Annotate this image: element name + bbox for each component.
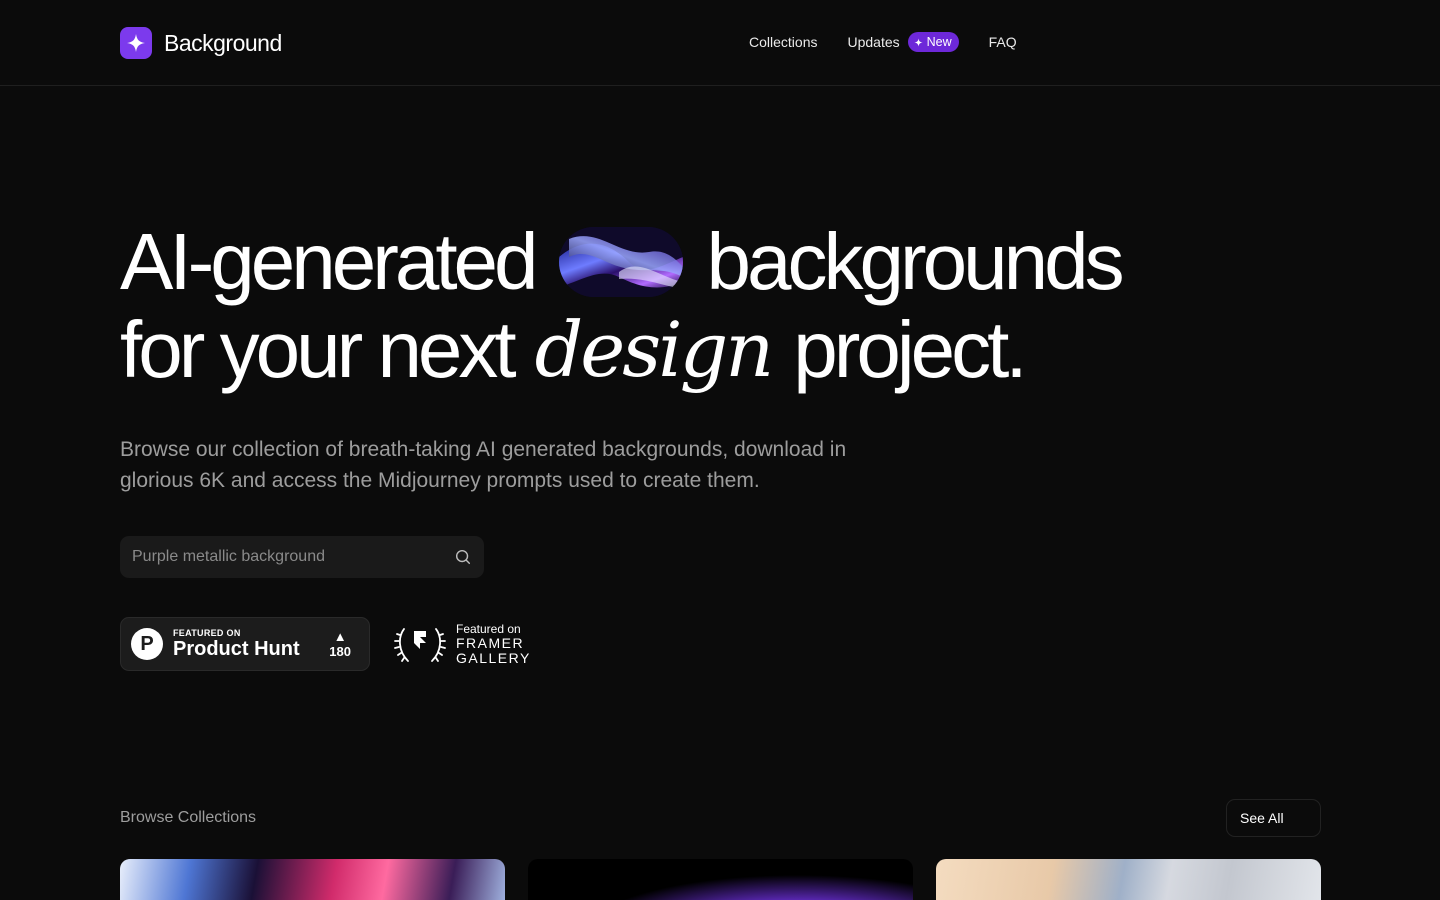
- hero-text-ai-generated: AI-generated: [120, 217, 539, 306]
- see-all-button[interactable]: See All: [1226, 799, 1321, 837]
- gallery-label: GALLERY: [456, 650, 531, 666]
- framer-gallery-badge[interactable]: Featured on FRAMER GALLERY: [394, 620, 531, 668]
- hero-text-project: project.: [793, 305, 1027, 394]
- nav-faq[interactable]: FAQ: [989, 34, 1017, 50]
- product-hunt-vote-count: 180: [329, 643, 351, 659]
- hero-text-backgrounds: backgrounds: [706, 217, 1125, 306]
- laurel-framer-icon: [394, 628, 446, 662]
- product-hunt-name: Product Hunt: [173, 638, 300, 660]
- hero-text-design: design: [534, 305, 775, 394]
- search-input[interactable]: [132, 548, 454, 566]
- brand-name: Background: [164, 29, 282, 56]
- collection-card[interactable]: [936, 859, 1321, 900]
- new-badge-label: New: [926, 35, 952, 49]
- hero-subtitle: Browse our collection of breath-taking A…: [120, 438, 847, 492]
- nav-collections[interactable]: Collections: [749, 34, 817, 50]
- product-hunt-text: FEATURED ON Product Hunt: [173, 628, 300, 660]
- nav-updates-label: Updates: [847, 34, 900, 50]
- hero-text-for-your-next: for your next: [120, 305, 517, 394]
- product-hunt-logo-icon: P: [131, 628, 163, 660]
- product-hunt-badge[interactable]: P FEATURED ON Product Hunt ▲ 180: [120, 617, 370, 671]
- hero-headline-line-2: for your next design project.: [120, 305, 1028, 394]
- hero-inline-image: [558, 227, 683, 297]
- hero-headline-line-1: AI-generated backgrounds: [120, 217, 1125, 306]
- upvote-triangle-icon: ▲: [333, 628, 347, 644]
- framer-label: FRAMER: [456, 635, 525, 651]
- collection-card[interactable]: [528, 859, 913, 900]
- sparkle-icon: [120, 27, 152, 59]
- collection-card[interactable]: [120, 859, 505, 900]
- new-badge: New: [907, 32, 959, 52]
- search-box: [120, 536, 484, 578]
- main-nav: Collections Updates New FAQ: [749, 32, 1017, 52]
- sparkle-icon: [914, 37, 923, 47]
- framer-featured-label: Featured on: [456, 622, 521, 636]
- site-header: Background Collections Updates New FAQ: [0, 0, 1440, 86]
- browse-collections-heading: Browse Collections: [120, 809, 257, 826]
- nav-updates[interactable]: Updates New: [847, 32, 959, 52]
- product-hunt-votes: ▲ 180: [329, 628, 351, 659]
- search-icon[interactable]: [454, 548, 472, 566]
- brand-logo-link[interactable]: Background: [120, 27, 282, 59]
- framer-gallery-text: Featured on FRAMER GALLERY: [456, 622, 531, 666]
- product-hunt-featured-label: FEATURED ON: [173, 628, 241, 638]
